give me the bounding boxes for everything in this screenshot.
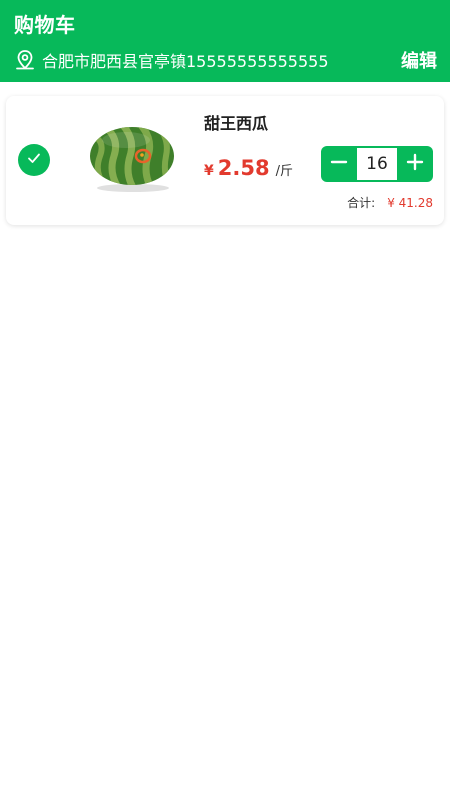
address-row[interactable]: 合肥市肥西县官亭镇15555555555555 [14,48,329,72]
price-unit: /斤 [275,164,293,179]
decrease-quantity-button[interactable] [321,146,357,182]
unit-price: ¥ 2.58 /斤 [204,156,293,180]
subtotal-value: ¥ 41.28 [387,196,433,210]
item-subtotal: 合计: ¥ 41.28 [347,194,433,211]
quantity-stepper [321,146,433,182]
quantity-input[interactable] [357,148,397,180]
edit-button[interactable]: 编辑 [401,47,437,73]
address-text: 合肥市肥西县官亭镇15555555555555 [42,52,329,71]
select-item-checkbox[interactable] [18,144,50,176]
checkmark-icon [26,150,42,170]
currency-symbol: ¥ [204,163,214,179]
minus-icon [330,153,348,175]
plus-icon [406,153,424,175]
product-image-watermelon[interactable] [86,120,178,196]
increase-quantity-button[interactable] [397,146,433,182]
page-title: 购物车 [14,13,76,37]
location-pin-icon [14,49,36,71]
cart-item-card: 甜王西瓜 ¥ 2.58 /斤 合计: ¥ 41.28 [6,96,444,225]
subtotal-label: 合计: [347,196,376,210]
price-value: 2.58 [217,156,270,180]
header-bar: 购物车 合肥市肥西县官亭镇15555555555555 编辑 [0,0,450,82]
product-name: 甜王西瓜 [204,114,269,133]
